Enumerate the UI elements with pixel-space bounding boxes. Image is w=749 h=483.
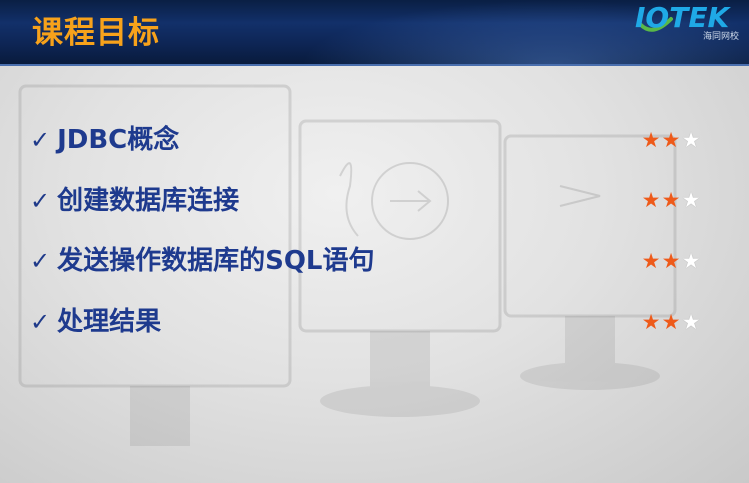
star-rating: ★★★ <box>641 249 701 273</box>
objective-item: ✓ 发送操作数据库的SQL语句 <box>30 245 375 277</box>
objective-label: 处理结果 <box>57 307 162 337</box>
star-filled-icon: ★ <box>641 128 661 152</box>
objective-item: ✓ JDBC概念 <box>30 124 179 156</box>
objective-label: JDBC概念 <box>57 125 180 155</box>
objective-item: ✓ 处理结果 <box>30 306 161 338</box>
logo-subtitle: 海同网校 <box>702 32 739 42</box>
star-filled-icon: ★ <box>661 310 681 334</box>
check-icon: ✓ <box>30 308 51 336</box>
star-filled-icon: ★ <box>641 310 661 334</box>
logo-wordmark: IOTEK <box>635 1 730 34</box>
check-icon: ✓ <box>30 126 51 154</box>
star-empty-icon: ★ <box>681 310 701 334</box>
star-rating: ★★★ <box>641 188 701 212</box>
objective-label: 创建数据库连接 <box>57 186 240 216</box>
star-filled-icon: ★ <box>641 188 661 212</box>
star-rating: ★★★ <box>641 310 701 334</box>
slide-header: 课程目标 IOTEK 海同网校 <box>0 0 749 66</box>
star-filled-icon: ★ <box>661 188 681 212</box>
iotek-logo: IOTEK 海同网校 <box>635 3 741 49</box>
star-filled-icon: ★ <box>641 249 661 273</box>
star-filled-icon: ★ <box>661 249 681 273</box>
check-icon: ✓ <box>30 187 51 215</box>
star-empty-icon: ★ <box>681 128 701 152</box>
star-empty-icon: ★ <box>681 188 701 212</box>
star-empty-icon: ★ <box>681 249 701 273</box>
slide-title: 课程目标 <box>32 15 160 51</box>
check-icon: ✓ <box>30 247 51 275</box>
objective-label: 发送操作数据库的SQL语句 <box>57 246 375 276</box>
star-filled-icon: ★ <box>661 128 681 152</box>
star-rating: ★★★ <box>641 128 701 152</box>
slide: 课程目标 IOTEK 海同网校 ✓ JDBC概念 ★★★ ✓ 创建数据库连接 ★… <box>0 0 749 483</box>
objective-item: ✓ 创建数据库连接 <box>30 185 239 217</box>
